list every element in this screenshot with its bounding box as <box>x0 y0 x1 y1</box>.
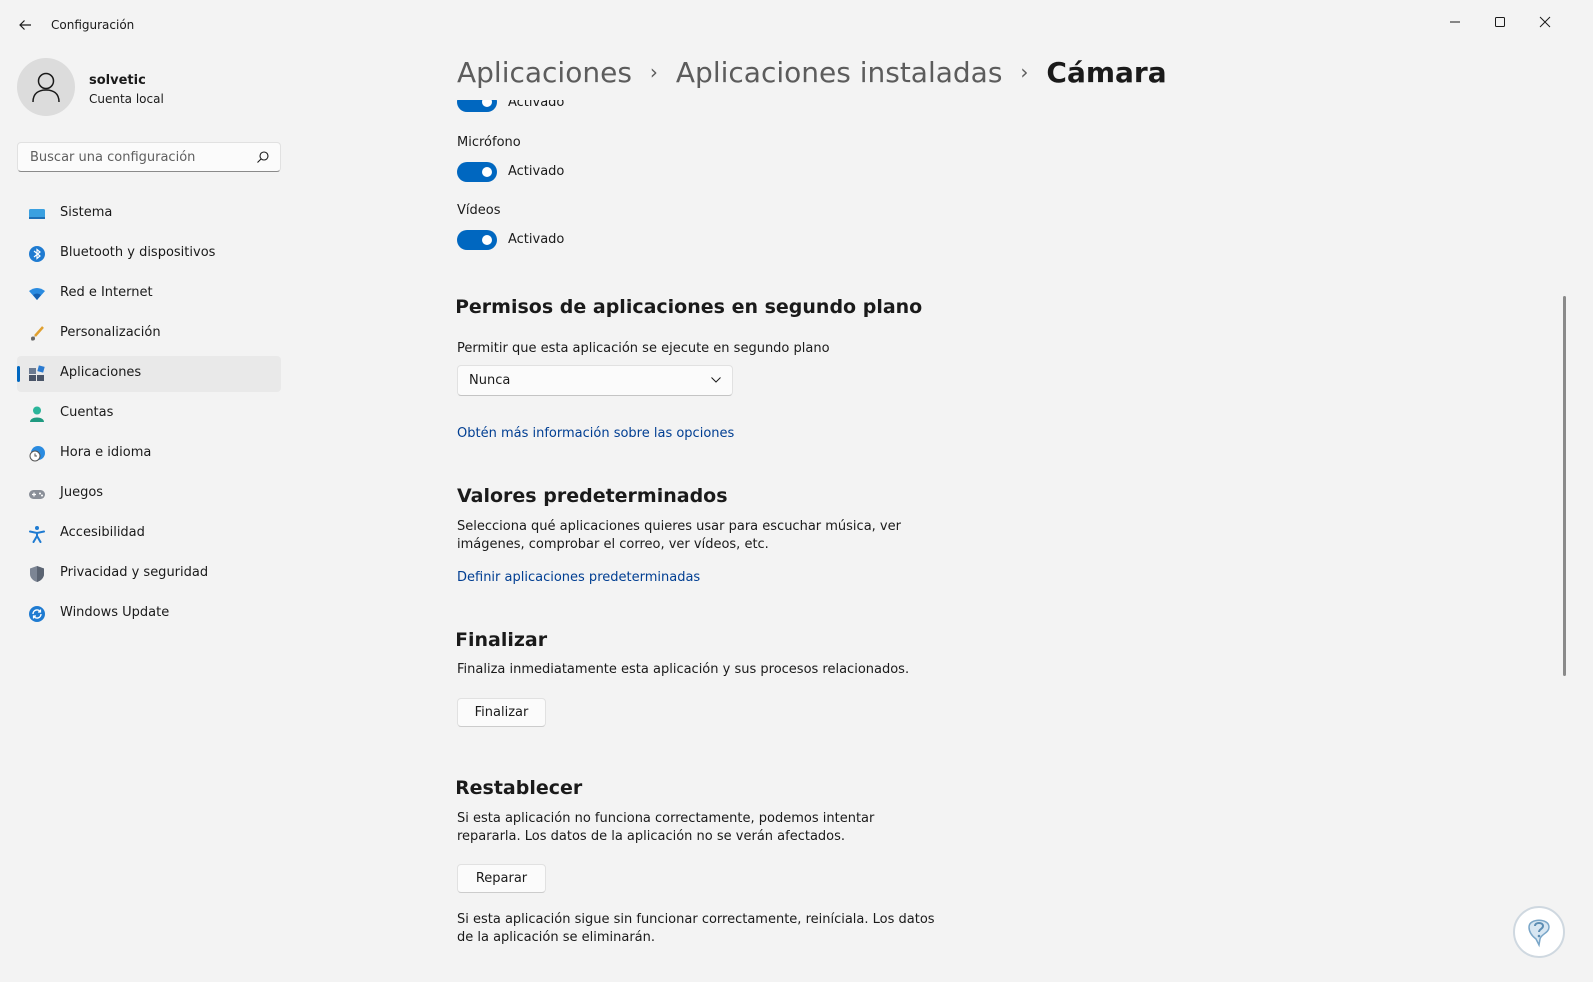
maximize-button[interactable] <box>1477 6 1523 38</box>
breadcrumb-item-aplicaciones-instaladas[interactable]: Aplicaciones instaladas <box>676 56 1003 89</box>
help-logo-icon <box>1513 906 1565 958</box>
accessibility-icon <box>28 525 46 543</box>
defaults-description-line1: Selecciona qué aplicaciones quieres usar… <box>457 519 901 534</box>
user-icon <box>32 72 60 103</box>
sidebar-item-aplicaciones[interactable]: Aplicaciones <box>17 356 281 392</box>
repair-button[interactable]: Reparar <box>457 864 546 893</box>
partial-permission-status: Activado <box>508 100 565 110</box>
microphone-label: Micrófono <box>457 135 521 150</box>
minimize-icon <box>1450 21 1460 23</box>
chevron-down-icon <box>711 377 721 383</box>
partial-permission-toggle[interactable] <box>457 100 497 112</box>
chevron-right-icon: › <box>1020 59 1029 84</box>
microphone-toggle[interactable] <box>457 162 497 182</box>
person-icon <box>28 405 46 423</box>
bluetooth-icon <box>28 245 46 263</box>
videos-toggle[interactable] <box>457 230 497 250</box>
background-info-link[interactable]: Obtén más información sobre las opciones <box>457 426 734 441</box>
sidebar-item-windows-update[interactable]: Windows Update <box>17 596 281 632</box>
gamepad-icon <box>28 485 46 503</box>
sidebar-item-label: Juegos <box>60 485 104 500</box>
sidebar-item-label: Red e Internet <box>60 285 153 300</box>
sidebar-item-label: Aplicaciones <box>60 365 142 380</box>
sidebar-nav: Sistema Bluetooth y dispositivos Red e I… <box>17 196 281 636</box>
sidebar-item-label: Windows Update <box>60 605 170 620</box>
sidebar-item-label: Privacidad y seguridad <box>60 565 209 580</box>
sidebar-item-cuentas[interactable]: Cuentas <box>17 396 281 432</box>
terminate-button[interactable]: Finalizar <box>457 698 546 727</box>
app-title: Configuración <box>51 18 135 32</box>
sidebar-item-label: Personalización <box>60 325 161 340</box>
videos-label: Vídeos <box>457 203 501 218</box>
terminate-heading: Finalizar <box>457 629 548 651</box>
dropdown-selected-value: Nunca <box>469 373 511 388</box>
shield-icon <box>28 565 46 583</box>
apps-icon <box>28 365 46 383</box>
sidebar-item-label: Hora e idioma <box>60 445 152 460</box>
microphone-status: Activado <box>508 164 565 179</box>
defaults-description-line2: imágenes, comprobar el correo, ver vídeo… <box>457 537 769 552</box>
main-content: Activado Micrófono Activado Vídeos Activ… <box>457 100 1357 982</box>
chevron-right-icon: › <box>649 59 658 84</box>
user-name: solvetic <box>89 73 146 88</box>
reset-heading: Restablecer <box>457 777 583 799</box>
background-prompt: Permitir que esta aplicación se ejecute … <box>457 341 830 356</box>
close-icon <box>1539 16 1551 28</box>
sidebar-item-red[interactable]: Red e Internet <box>17 276 281 312</box>
sidebar-item-bluetooth[interactable]: Bluetooth y dispositivos <box>17 236 281 272</box>
sidebar-item-label: Accesibilidad <box>60 525 145 540</box>
background-permissions-heading: Permisos de aplicaciones en segundo plan… <box>457 296 923 318</box>
sidebar-item-juegos[interactable]: Juegos <box>17 476 281 512</box>
defaults-heading: Valores predeterminados <box>457 485 728 507</box>
vertical-scrollbar[interactable] <box>1563 296 1566 676</box>
search-input[interactable] <box>28 149 252 166</box>
avatar[interactable] <box>17 58 75 116</box>
search-icon[interactable] <box>256 150 270 164</box>
reset-note-line2: de la aplicación se eliminarán. <box>457 930 656 945</box>
sidebar-item-accesibilidad[interactable]: Accesibilidad <box>17 516 281 552</box>
reset-note-line1: Si esta aplicación sigue sin funcionar c… <box>457 912 935 927</box>
wifi-icon <box>28 285 46 303</box>
title-bar: Configuración <box>0 0 1593 48</box>
back-button[interactable] <box>14 14 36 36</box>
reset-description-line2: repararla. Los datos de la aplicación no… <box>457 829 846 844</box>
back-arrow-icon <box>19 20 31 30</box>
clock-globe-icon <box>28 445 46 463</box>
breadcrumb-item-aplicaciones[interactable]: Aplicaciones <box>457 56 632 89</box>
terminate-description: Finaliza inmediatamente esta aplicación … <box>457 662 910 677</box>
defaults-link[interactable]: Definir aplicaciones predeterminadas <box>457 570 700 585</box>
sidebar-item-label: Sistema <box>60 205 113 220</box>
background-dropdown[interactable]: Nunca <box>457 365 733 396</box>
maximize-icon <box>1495 17 1505 27</box>
update-icon <box>28 605 46 623</box>
sidebar-item-privacidad[interactable]: Privacidad y seguridad <box>17 556 281 592</box>
account-type: Cuenta local <box>89 92 164 106</box>
breadcrumb: Aplicaciones › Aplicaciones instaladas ›… <box>457 56 1167 89</box>
search-box[interactable] <box>17 142 281 172</box>
sidebar-item-sistema[interactable]: Sistema <box>17 196 281 232</box>
settings-window: Configuración solvetic Cuenta local Sist… <box>0 0 1593 982</box>
page-title: Cámara <box>1046 56 1167 89</box>
monitor-icon <box>28 205 46 223</box>
sidebar-item-personalizacion[interactable]: Personalización <box>17 316 281 352</box>
sidebar-item-label: Bluetooth y dispositivos <box>60 245 216 260</box>
close-button[interactable] <box>1522 6 1568 38</box>
minimize-button[interactable] <box>1432 6 1478 38</box>
videos-status: Activado <box>508 232 565 247</box>
sidebar-item-hora[interactable]: Hora e idioma <box>17 436 281 472</box>
reset-description-line1: Si esta aplicación no funciona correctam… <box>457 811 875 826</box>
brush-icon <box>28 325 46 343</box>
sidebar-item-label: Cuentas <box>60 405 114 420</box>
